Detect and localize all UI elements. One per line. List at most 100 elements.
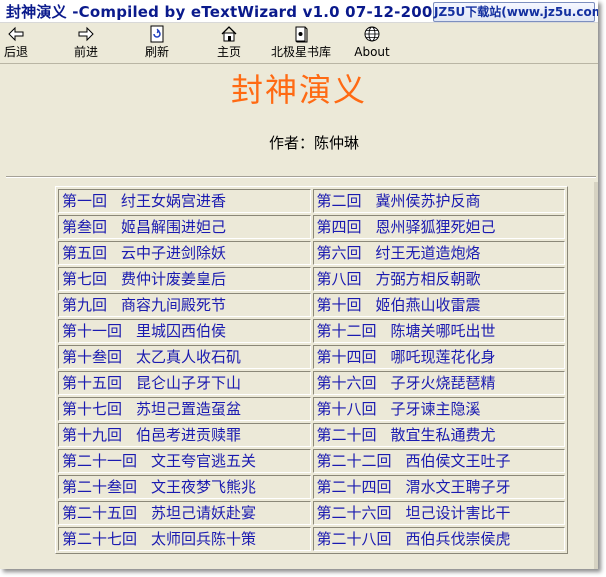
refresh-icon xyxy=(150,25,164,43)
table-row: 第十五回 昆仑山子牙下山 第十六回 子牙火烧琵琶精 xyxy=(58,371,565,395)
chapter-number: 第二十五回 xyxy=(62,504,138,522)
chapter-link[interactable]: 第七回 费仲计废姜皇后 xyxy=(58,267,311,291)
chapter-link[interactable]: 第九回 商容九间殿死节 xyxy=(58,293,311,317)
chapter-number: 第二十六回 xyxy=(316,504,392,522)
forward-label: 前进 xyxy=(73,45,98,59)
chapter-link[interactable]: 第四回 恩州驿狐狸死妲己 xyxy=(312,215,565,239)
table-row: 第五回 云中子进剑除妖 第六回 纣王无道造炮烙 xyxy=(58,241,565,265)
chapter-title: 坦己设计害比干 xyxy=(405,504,511,522)
table-row: 第十九回 伯邑考进贡赎罪 第二十回 散宜生私通费尤 xyxy=(58,423,565,447)
back-label: 后退 xyxy=(3,45,28,59)
chapter-title: 哪吒现莲花化身 xyxy=(390,348,496,366)
chapter-number: 第十二回 xyxy=(316,322,377,340)
chapter-title: 纣王女娲宫进香 xyxy=(121,192,227,210)
chapter-link[interactable]: 第二十一回 文王夸官逃五关 xyxy=(58,449,311,473)
chapter-link[interactable]: 第十六回 子牙火烧琵琶精 xyxy=(312,371,565,395)
chapter-title: 恩州驿狐狸死妲己 xyxy=(375,218,496,236)
refresh-button[interactable]: 刷新 xyxy=(142,25,172,61)
table-row: 第十叁回 太乙真人收石矶 第十四回 哪吒现莲花化身 xyxy=(58,345,565,369)
chapter-link[interactable]: 第十九回 伯邑考进贡赎罪 xyxy=(58,423,311,447)
chapter-link[interactable]: 第十回 姬伯燕山收雷震 xyxy=(312,293,565,317)
table-row: 第十一回 里城囚西伯侯 第十二回 陈塘关哪吒出世 xyxy=(58,319,565,343)
chapter-title: 文王夸官逃五关 xyxy=(151,452,257,470)
chapter-number: 第十五回 xyxy=(62,374,123,392)
home-label: 主页 xyxy=(216,45,241,59)
chapter-link[interactable]: 第二回 冀州侯苏护反商 xyxy=(312,189,565,213)
chapter-link[interactable]: 第二十七回 太师回兵陈十策 xyxy=(58,527,311,551)
chapter-link[interactable]: 第叁回 姬昌解围进妲己 xyxy=(58,215,311,239)
table-row: 第九回 商容九间殿死节 第十回 姬伯燕山收雷震 xyxy=(58,293,565,317)
chapter-title: 昆仑山子牙下山 xyxy=(136,374,242,392)
chapter-title: 太乙真人收石矶 xyxy=(136,348,242,366)
chapter-title: 姬昌解围进妲己 xyxy=(121,218,227,236)
site-watermark: JZ5U下载站(www.jz5u.com) xyxy=(433,2,598,22)
chapter-link[interactable]: 第六回 纣王无道造炮烙 xyxy=(312,241,565,265)
author-name: 作者：陈仲琳 xyxy=(268,134,359,152)
chapter-link[interactable]: 第二十叁回 文王夜梦飞熊兆 xyxy=(58,475,311,499)
chapter-title: 太师回兵陈十策 xyxy=(151,530,257,548)
toolbar: 后退 前进 刷新 主页 北极星书库 About xyxy=(0,23,598,64)
chapter-title: 费仲计废姜皇后 xyxy=(121,270,227,288)
about-button[interactable]: About xyxy=(354,25,390,61)
divider xyxy=(6,176,596,178)
chapter-number: 第二十一回 xyxy=(62,452,138,470)
chapter-number: 第十回 xyxy=(316,296,362,314)
chapter-number: 第九回 xyxy=(62,296,108,314)
chapter-title: 姬伯燕山收雷震 xyxy=(375,296,481,314)
chapter-title: 文王夜梦飞熊兆 xyxy=(151,478,257,496)
chapter-number: 第五回 xyxy=(62,244,108,262)
chapter-number: 第十叁回 xyxy=(62,348,123,366)
chapter-title: 西伯兵伐崇侯虎 xyxy=(405,530,511,548)
chapter-number: 第十六回 xyxy=(316,374,377,392)
chapter-link[interactable]: 第二十五回 苏坦己请妖赴宴 xyxy=(58,501,311,525)
chapter-link[interactable]: 第十一回 里城囚西伯侯 xyxy=(58,319,311,343)
chapter-title: 子牙谏主隐溪 xyxy=(390,400,481,418)
chapter-link[interactable]: 第十七回 苏坦己置造虿盆 xyxy=(58,397,311,421)
chapter-link[interactable]: 第五回 云中子进剑除妖 xyxy=(58,241,311,265)
content-pane[interactable]: 封神演义 作者：陈仲琳 第一回 纣王女娲宫进香 第二回 冀州侯苏护反商 第叁回 姬昌解围进… xyxy=(0,64,598,569)
title-bar[interactable]: 封神演义 -Compiled by eTextWizard v1.0 07-12… xyxy=(0,0,598,23)
table-row: 第叁回 姬昌解围进妲己 第四回 恩州驿狐狸死妲己 xyxy=(58,215,565,239)
chapter-link[interactable]: 第一回 纣王女娲宫进香 xyxy=(58,189,311,213)
chapter-number: 第二回 xyxy=(316,192,362,210)
chapter-link[interactable]: 第二十回 散宜生私通费尤 xyxy=(312,423,565,447)
chapter-link[interactable]: 第十二回 陈塘关哪吒出世 xyxy=(312,319,565,343)
chapter-number: 第二十八回 xyxy=(316,530,392,548)
chapter-number: 第二十叁回 xyxy=(62,478,138,496)
chapter-link[interactable]: 第十五回 昆仑山子牙下山 xyxy=(58,371,311,395)
library-button[interactable]: 北极星书库 xyxy=(266,25,336,61)
chapter-title: 子牙火烧琵琶精 xyxy=(390,374,496,392)
chapter-number: 第一回 xyxy=(62,192,108,210)
chapter-link[interactable]: 第二十二回 西伯侯文王吐子 xyxy=(312,449,565,473)
chapter-number: 第十四回 xyxy=(316,348,377,366)
home-button[interactable]: 主页 xyxy=(214,25,244,61)
home-icon xyxy=(221,26,237,42)
chapter-title: 里城囚西伯侯 xyxy=(136,322,227,340)
chapter-link[interactable]: 第二十六回 坦己设计害比干 xyxy=(312,501,565,525)
chapter-number: 第十九回 xyxy=(62,426,123,444)
app-window: 封神演义 -Compiled by eTextWizard v1.0 07-12… xyxy=(0,0,598,569)
chapter-number: 第十八回 xyxy=(316,400,377,418)
back-button[interactable]: 后退 xyxy=(2,25,30,61)
chapter-number: 第四回 xyxy=(316,218,362,236)
chapter-title: 西伯侯文王吐子 xyxy=(405,452,511,470)
chapter-number: 第二十四回 xyxy=(316,478,392,496)
book-icon xyxy=(295,26,308,43)
chapter-link[interactable]: 第八回 方弼方相反朝歌 xyxy=(312,267,565,291)
chapter-link[interactable]: 第十叁回 太乙真人收石矶 xyxy=(58,345,311,369)
chapter-number: 第十一回 xyxy=(62,322,123,340)
book-title: 封神演义 xyxy=(230,71,367,109)
chapter-link[interactable]: 第十四回 哪吒现莲花化身 xyxy=(312,345,565,369)
chapter-link[interactable]: 第二十八回 西伯兵伐崇侯虎 xyxy=(312,527,565,551)
chapter-number: 第六回 xyxy=(316,244,362,262)
chapter-title: 商容九间殿死节 xyxy=(121,296,227,314)
chapter-link[interactable]: 第十八回 子牙谏主隐溪 xyxy=(312,397,565,421)
chapter-link[interactable]: 第二十四回 渭水文王聘子牙 xyxy=(312,475,565,499)
chapter-number: 第十七回 xyxy=(62,400,123,418)
forward-button[interactable]: 前进 xyxy=(72,25,100,61)
table-row: 第七回 费仲计废姜皇后 第八回 方弼方相反朝歌 xyxy=(58,267,565,291)
chapter-title: 纣王无道造炮烙 xyxy=(375,244,481,262)
chapter-title: 云中子进剑除妖 xyxy=(121,244,227,262)
chapter-title: 陈塘关哪吒出世 xyxy=(390,322,496,340)
scrollbar[interactable] xyxy=(594,182,598,569)
